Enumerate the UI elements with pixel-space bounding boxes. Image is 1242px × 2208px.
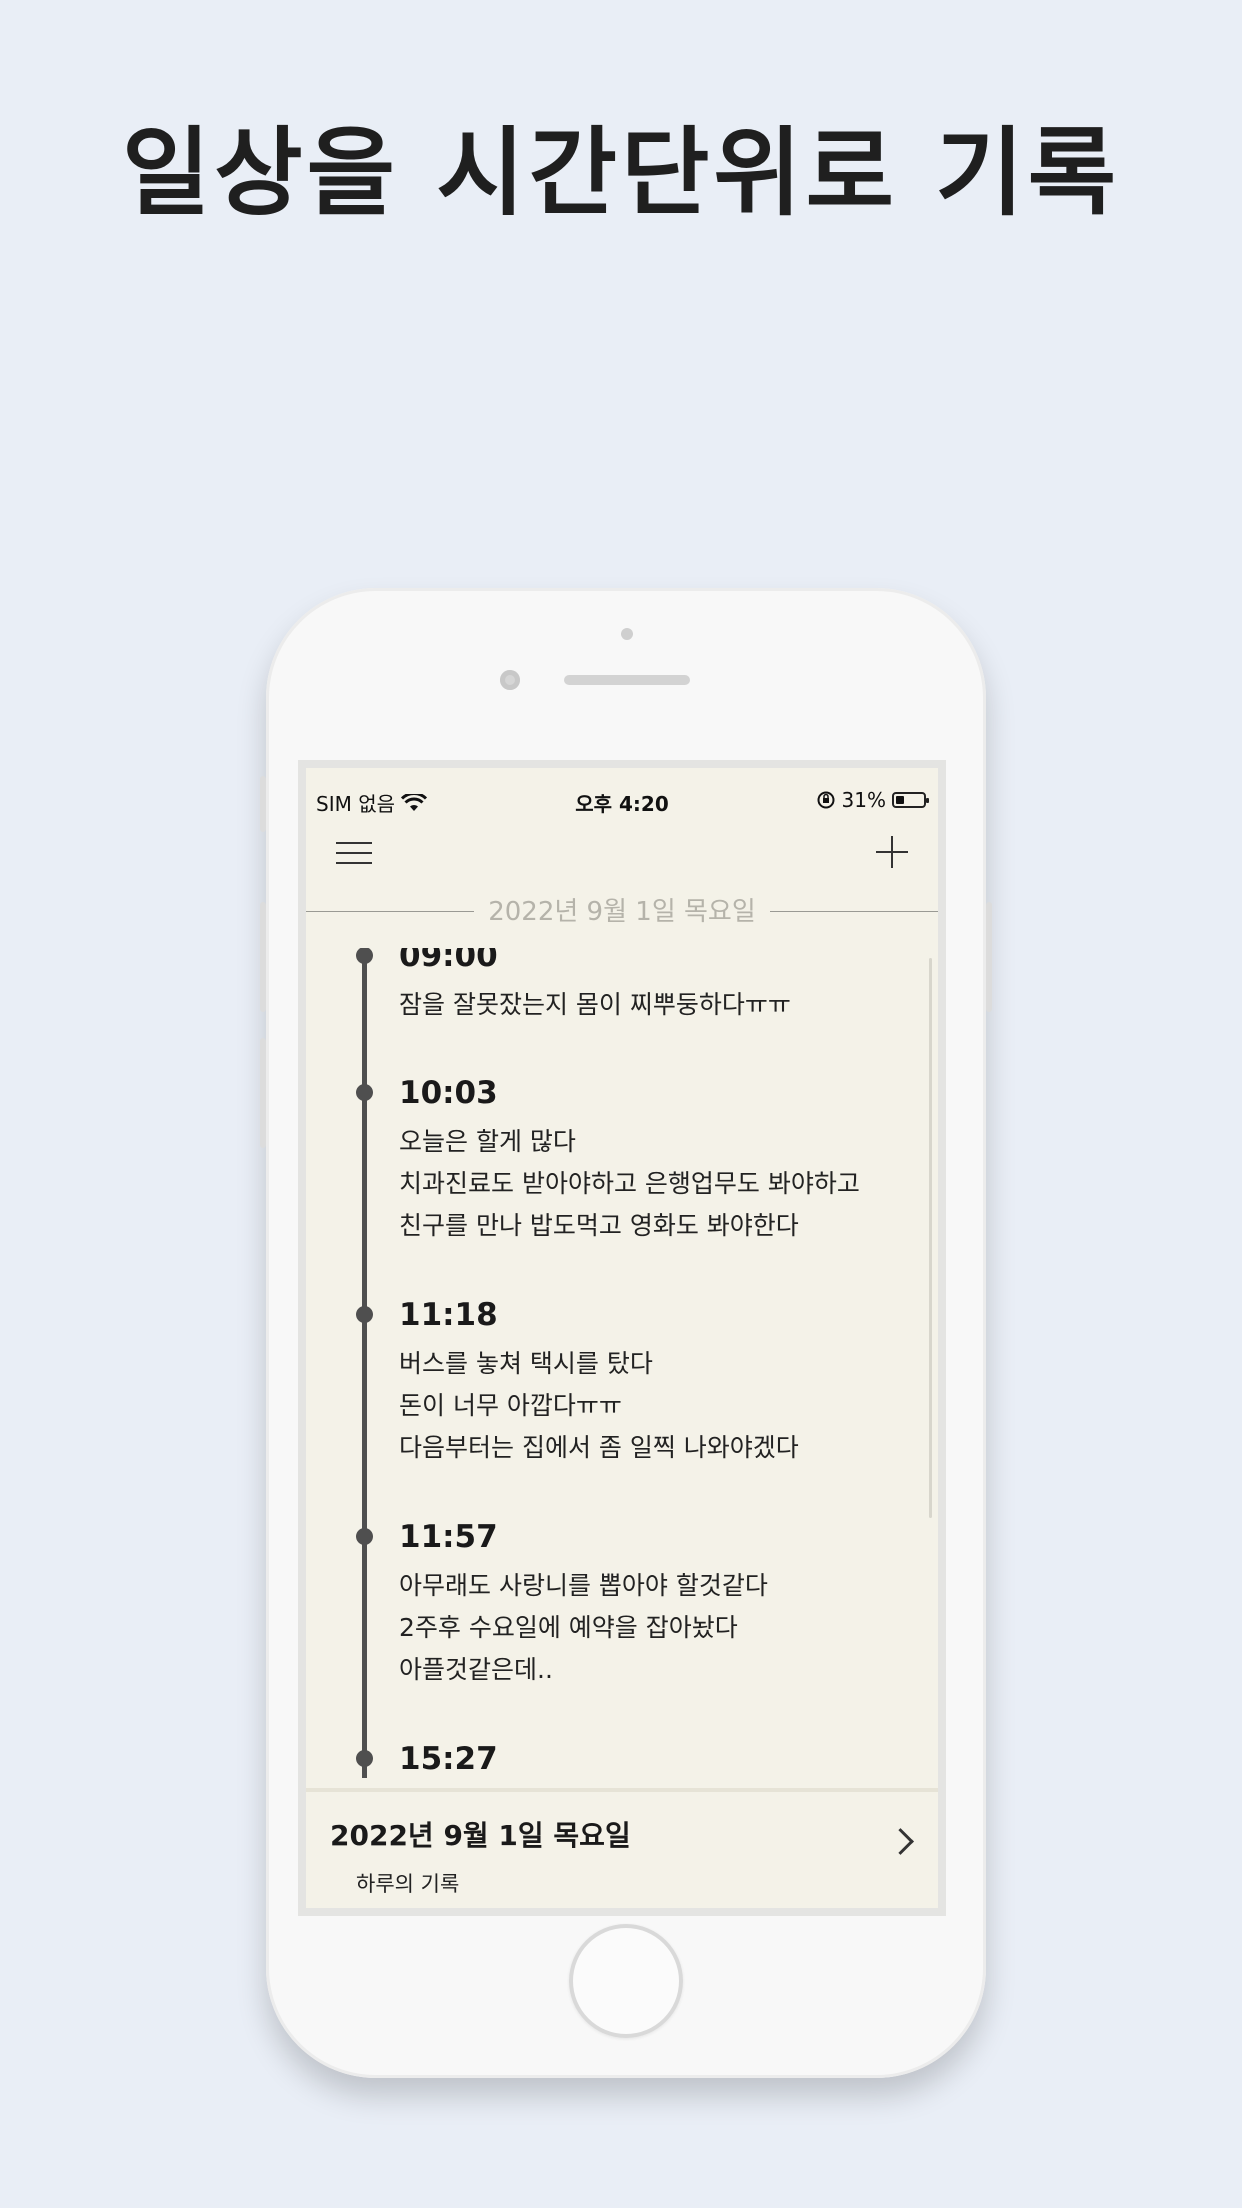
volume-up-button — [260, 902, 266, 1012]
entry-time: 11:57 — [399, 1519, 498, 1555]
mute-switch — [260, 776, 266, 832]
timeline-dot — [356, 948, 373, 964]
timeline-line — [362, 948, 367, 1778]
date-divider: 2022년 9월 1일 목요일 — [306, 894, 938, 930]
add-entry-icon[interactable] — [876, 836, 908, 868]
entry-time: 11:18 — [399, 1297, 498, 1333]
entry-text: 버스를 놓쳐 택시를 탔다 돈이 너무 아깝다ㅠㅠ 다음부터는 집에서 좀 일찍… — [399, 1349, 799, 1462]
chevron-right-icon — [887, 1828, 914, 1855]
timeline-dot — [356, 1750, 373, 1767]
entry-text: 아무래도 사랑니를 뽑아야 할것같다 2주후 수요일에 예약을 잡아놨다 아플것… — [399, 1571, 768, 1684]
nav-bar — [306, 826, 938, 886]
entry-time: 10:03 — [399, 1075, 498, 1111]
timeline-dot — [356, 1528, 373, 1545]
timeline: 09:00 잠을 잘못잤는지 몸이 찌뿌둥하다ㅠㅠ 10:03 오늘은 할게 많… — [306, 948, 938, 1778]
battery-percent: 31% — [841, 788, 886, 812]
battery-icon — [892, 792, 929, 808]
sensor-dot — [621, 628, 633, 640]
volume-down-button — [260, 1038, 266, 1148]
hamburger-menu-icon[interactable] — [336, 842, 372, 864]
orientation-lock-icon — [817, 791, 835, 809]
power-button — [986, 902, 992, 1012]
home-button[interactable] — [569, 1924, 683, 2038]
front-camera — [500, 670, 520, 690]
daily-record-card[interactable]: 2022년 9월 1일 목요일 하루의 기록 — [306, 1788, 938, 1908]
card-date-title: 2022년 9월 1일 목요일 — [330, 1819, 631, 1852]
timeline-dot — [356, 1306, 373, 1323]
earpiece-speaker — [564, 675, 690, 685]
entry-text: 잠을 잘못잤는지 몸이 찌뿌둥하다ㅠㅠ — [399, 990, 791, 1019]
card-subtitle: 하루의 기록 — [356, 1872, 460, 1896]
entry-time: 15:27 — [399, 1741, 498, 1777]
timeline-dot — [356, 1084, 373, 1101]
status-bar: SIM 없음 오후 4:20 31% — [306, 768, 938, 816]
promo-headline: 일상을 시간단위로 기록 — [121, 117, 1121, 229]
entry-time: 09:00 — [399, 948, 498, 974]
entry-text: 오늘은 할게 많다 치과진료도 받아야하고 은행업무도 봐야하고 친구를 만나 … — [399, 1127, 860, 1240]
app-screen: SIM 없음 오후 4:20 31% 2022년 9월 1일 목요일 09:00… — [306, 768, 938, 1908]
date-label: 2022년 9월 1일 목요일 — [488, 897, 756, 927]
